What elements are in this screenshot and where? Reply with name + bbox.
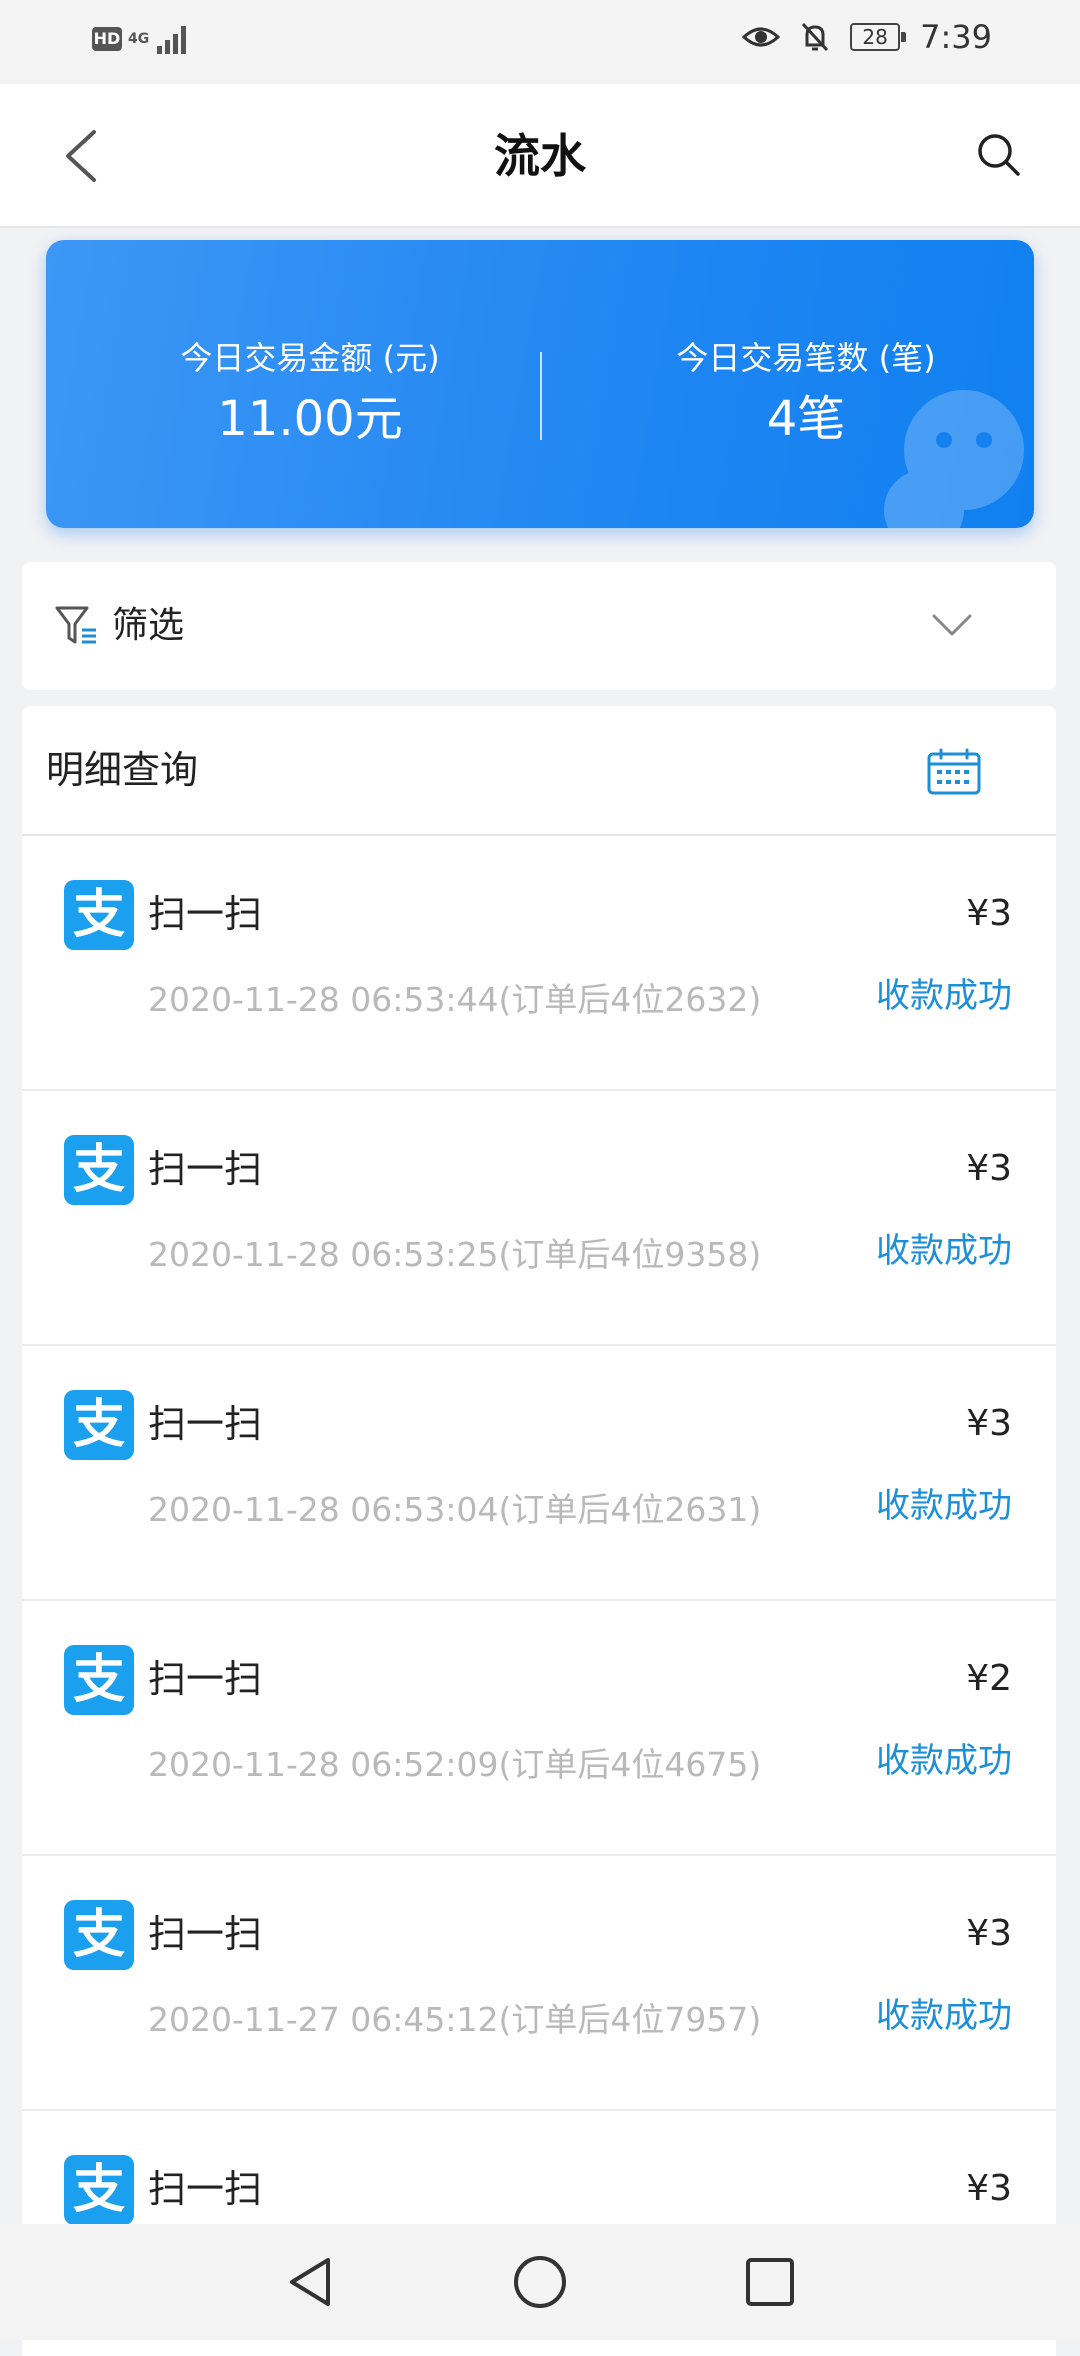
nav-home-icon[interactable] xyxy=(510,2252,570,2312)
transaction-status: 收款成功 xyxy=(876,1741,1012,1781)
signal-icon xyxy=(157,24,187,54)
hd-icon: HD xyxy=(92,27,122,51)
alipay-icon: 支 xyxy=(64,1900,134,1970)
transaction-status: 收款成功 xyxy=(876,1996,1012,2036)
transaction-amount: ¥3 xyxy=(966,893,1012,934)
transaction-status: 收款成功 xyxy=(876,976,1012,1016)
status-bar-right: 28 7:39 xyxy=(742,18,992,56)
nav-back-icon[interactable] xyxy=(280,2252,340,2312)
alipay-icon: 支 xyxy=(64,1645,134,1715)
status-bar-left: HD 4G xyxy=(92,24,187,54)
transaction-amount: ¥3 xyxy=(966,1403,1012,1444)
transaction-time: 2020-11-28 06:53:04(订单后4位2631) xyxy=(148,1490,762,1529)
alipay-icon: 支 xyxy=(64,1135,134,1205)
alipay-icon: 支 xyxy=(64,1390,134,1460)
transaction-status: 收款成功 xyxy=(876,1231,1012,1271)
transaction-name: 扫一扫 xyxy=(148,1912,263,1956)
transaction-amount: ¥3 xyxy=(966,1148,1012,1189)
transaction-time: 2020-11-27 06:45:12(订单后4位7957) xyxy=(148,2000,762,2039)
transaction-name: 扫一扫 xyxy=(148,1657,263,1701)
transaction-status: 收款成功 xyxy=(876,1486,1012,1526)
today-amount-value: 11.00元 xyxy=(217,391,403,447)
transaction-amount: ¥3 xyxy=(966,1913,1012,1954)
transaction-time: 2020-11-28 06:53:25(订单后4位9358) xyxy=(148,1235,762,1274)
status-bar: HD 4G 28 7:39 xyxy=(0,0,1080,84)
transaction-name: 扫一扫 xyxy=(148,1402,263,1446)
detail-header: 明细查询 xyxy=(22,706,1056,836)
transaction-row[interactable]: 支 扫一扫 ¥3 2020-11-27 06:45:12(订单后4位7957) … xyxy=(22,1856,1056,2111)
mute-bell-icon xyxy=(802,22,829,52)
transaction-name: 扫一扫 xyxy=(148,892,263,936)
alipay-icon: 支 xyxy=(64,2155,134,2225)
filter-label: 筛选 xyxy=(112,605,185,646)
calendar-icon[interactable] xyxy=(926,748,982,796)
app-header: 流水 xyxy=(0,84,1080,228)
chevron-down-icon[interactable] xyxy=(930,610,974,640)
mascot-decoration-icon xyxy=(884,390,1024,528)
transaction-row[interactable]: 支 扫一扫 ¥3 2020-11-28 06:53:04(订单后4位2631) … xyxy=(22,1346,1056,1601)
detail-section: 明细查询 支 扫一扫 ¥3 2020-11-28 06:53:44(订单后4位2… xyxy=(22,706,1056,2356)
transaction-name: 扫一扫 xyxy=(148,2167,263,2211)
filter-icon xyxy=(55,606,96,644)
battery-icon: 28 xyxy=(850,23,907,51)
transaction-time: 2020-11-28 06:52:09(订单后4位4675) xyxy=(148,1745,762,1784)
transaction-time: 2020-11-28 06:53:44(订单后4位2632) xyxy=(148,980,762,1019)
transaction-row[interactable]: 支 扫一扫 ¥3 2020-11-28 06:53:44(订单后4位2632) … xyxy=(22,836,1056,1091)
transaction-row[interactable]: 支 扫一扫 ¥2 2020-11-28 06:52:09(订单后4位4675) … xyxy=(22,1601,1056,1856)
clock: 7:39 xyxy=(920,18,992,56)
system-nav-bar xyxy=(0,2224,1080,2340)
transaction-amount: ¥3 xyxy=(966,2168,1012,2209)
search-icon[interactable] xyxy=(974,130,1024,180)
eye-icon xyxy=(742,27,781,47)
today-amount: 今日交易金额 (元) 11.00元 xyxy=(80,336,540,452)
network-type: 4G xyxy=(128,31,150,47)
today-summary-card: 今日交易金额 (元) 11.00元 今日交易笔数 (笔) 4笔 xyxy=(46,240,1034,528)
filter-bar[interactable]: 筛选 xyxy=(22,562,1056,690)
page-title: 流水 xyxy=(494,129,586,183)
transaction-row[interactable]: 支 扫一扫 ¥3 2020-11-28 06:53:25(订单后4位9358) … xyxy=(22,1091,1056,1346)
nav-recents-icon[interactable] xyxy=(740,2252,800,2312)
summary-divider xyxy=(540,352,542,440)
transaction-amount: ¥2 xyxy=(966,1658,1012,1699)
alipay-icon: 支 xyxy=(64,880,134,950)
today-amount-label: 今日交易金额 (元) xyxy=(180,339,440,377)
detail-title: 明细查询 xyxy=(46,748,199,792)
transaction-name: 扫一扫 xyxy=(148,1147,263,1191)
